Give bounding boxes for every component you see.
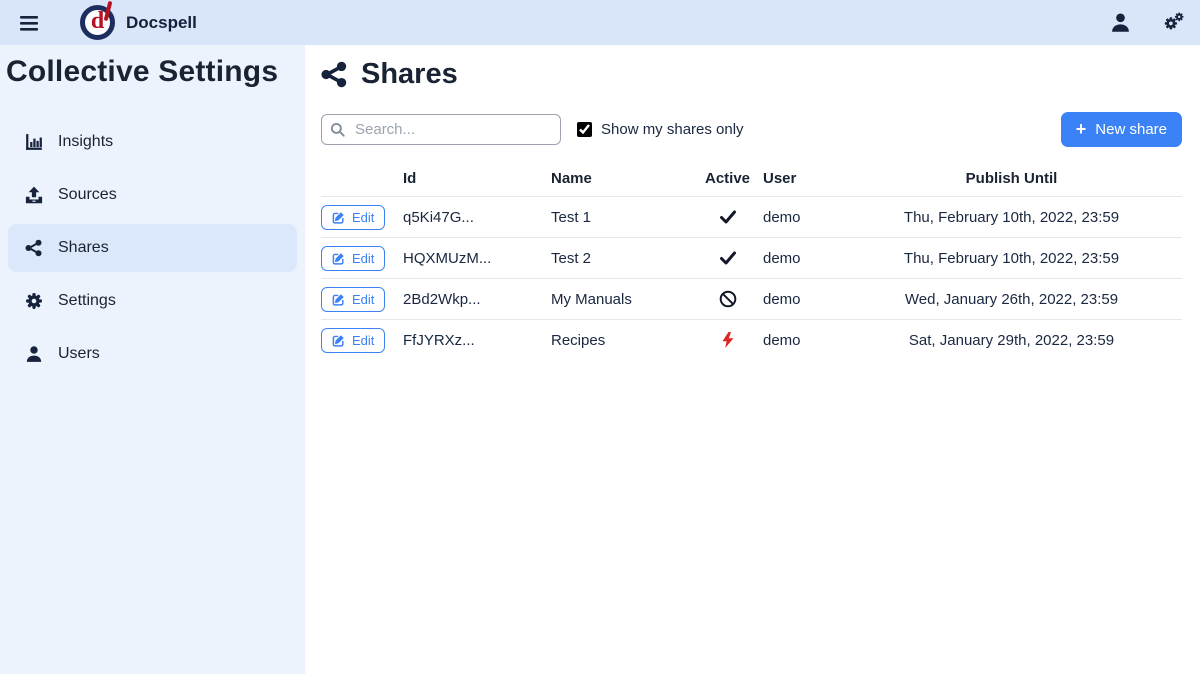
share-name: Test 1 — [551, 197, 692, 238]
gear-icon — [25, 292, 43, 310]
main-content: Shares Show my shares only + New share — [305, 45, 1200, 674]
sidebar-item-label: Users — [58, 345, 100, 363]
share-user: demo — [763, 197, 841, 238]
publish-until-column-header: Publish Until — [841, 166, 1182, 197]
edit-pencil-icon — [332, 334, 345, 347]
edit-share-button[interactable]: Edit — [321, 246, 385, 271]
search-icon — [330, 122, 345, 137]
edit-pencil-icon — [332, 293, 345, 306]
plus-icon: + — [1076, 120, 1087, 138]
page-title: Shares — [321, 58, 1190, 91]
sidebar-item-label: Settings — [58, 292, 116, 310]
share-id: 2Bd2Wkp... — [403, 279, 551, 320]
share-id: FfJYRXz... — [403, 320, 551, 361]
edit-share-button[interactable]: Edit — [321, 205, 385, 230]
sidebar-item-label: Insights — [58, 133, 113, 151]
share-name: Recipes — [551, 320, 692, 361]
table-row: Edit q5Ki47G... Test 1 demo Thu, Februar… — [321, 197, 1182, 238]
bolt-icon — [719, 331, 737, 349]
show-my-shares-checkbox[interactable] — [577, 122, 592, 137]
publish-until: Thu, February 10th, 2022, 23:59 — [841, 238, 1182, 279]
share-user: demo — [763, 279, 841, 320]
edit-pencil-icon — [332, 252, 345, 265]
table-row: Edit 2Bd2Wkp... My Manuals demo Wed, Jan… — [321, 279, 1182, 320]
check-icon — [719, 208, 737, 226]
upload-icon — [25, 186, 43, 204]
active-column-header: Active — [692, 166, 763, 197]
share-name: Test 2 — [551, 238, 692, 279]
publish-until: Wed, January 26th, 2022, 23:59 — [841, 279, 1182, 320]
docspell-logo-icon: d — [80, 5, 115, 40]
sidebar-item-label: Shares — [58, 239, 109, 257]
user-account-icon[interactable] — [1110, 12, 1131, 33]
sidebar-item-label: Sources — [58, 186, 117, 204]
table-header-row: Id Name Active User Publish Until — [321, 166, 1182, 197]
edit-share-button[interactable]: Edit — [321, 328, 385, 353]
gears-icon[interactable] — [1163, 12, 1184, 33]
user-icon — [25, 345, 43, 363]
share-id: q5Ki47G... — [403, 197, 551, 238]
page-title-text: Shares — [361, 58, 458, 91]
edit-column-header — [321, 166, 403, 197]
menu-icon[interactable] — [18, 12, 40, 34]
chart-bar-icon — [25, 133, 43, 151]
table-row: Edit FfJYRXz... Recipes demo Sat, Januar… — [321, 320, 1182, 361]
show-my-shares-label[interactable]: Show my shares only — [601, 121, 744, 138]
new-share-button[interactable]: + New share — [1061, 112, 1182, 147]
top-navbar: d Docspell — [0, 0, 1200, 45]
share-name: My Manuals — [551, 279, 692, 320]
search-input[interactable] — [321, 114, 561, 145]
publish-until: Sat, January 29th, 2022, 23:59 — [841, 320, 1182, 361]
edit-pencil-icon — [332, 211, 345, 224]
table-row: Edit HQXMUzM... Test 2 demo Thu, Februar… — [321, 238, 1182, 279]
sidebar-item-sources[interactable]: Sources — [8, 171, 297, 219]
brand-title: Docspell — [126, 13, 197, 33]
publish-until: Thu, February 10th, 2022, 23:59 — [841, 197, 1182, 238]
shares-table: Id Name Active User Publish Until Edit q… — [321, 166, 1182, 361]
sidebar-item-shares[interactable]: Shares — [8, 224, 297, 272]
sidebar: Collective Settings Insights Sources — [0, 45, 305, 674]
sidebar-item-insights[interactable]: Insights — [8, 118, 297, 166]
edit-share-button[interactable]: Edit — [321, 287, 385, 312]
check-icon — [719, 249, 737, 267]
share-user: demo — [763, 320, 841, 361]
sidebar-nav: Insights Sources Sha — [0, 118, 305, 378]
name-column-header: Name — [551, 166, 692, 197]
sidebar-item-settings[interactable]: Settings — [8, 277, 297, 325]
share-icon — [25, 239, 43, 257]
id-column-header: Id — [403, 166, 551, 197]
controls-row: Show my shares only + New share — [313, 112, 1190, 147]
share-user: demo — [763, 238, 841, 279]
user-column-header: User — [763, 166, 841, 197]
sidebar-title: Collective Settings — [0, 45, 305, 90]
share-id: HQXMUzM... — [403, 238, 551, 279]
share-icon — [321, 61, 348, 88]
sidebar-item-users[interactable]: Users — [8, 330, 297, 378]
ban-icon — [719, 290, 737, 308]
